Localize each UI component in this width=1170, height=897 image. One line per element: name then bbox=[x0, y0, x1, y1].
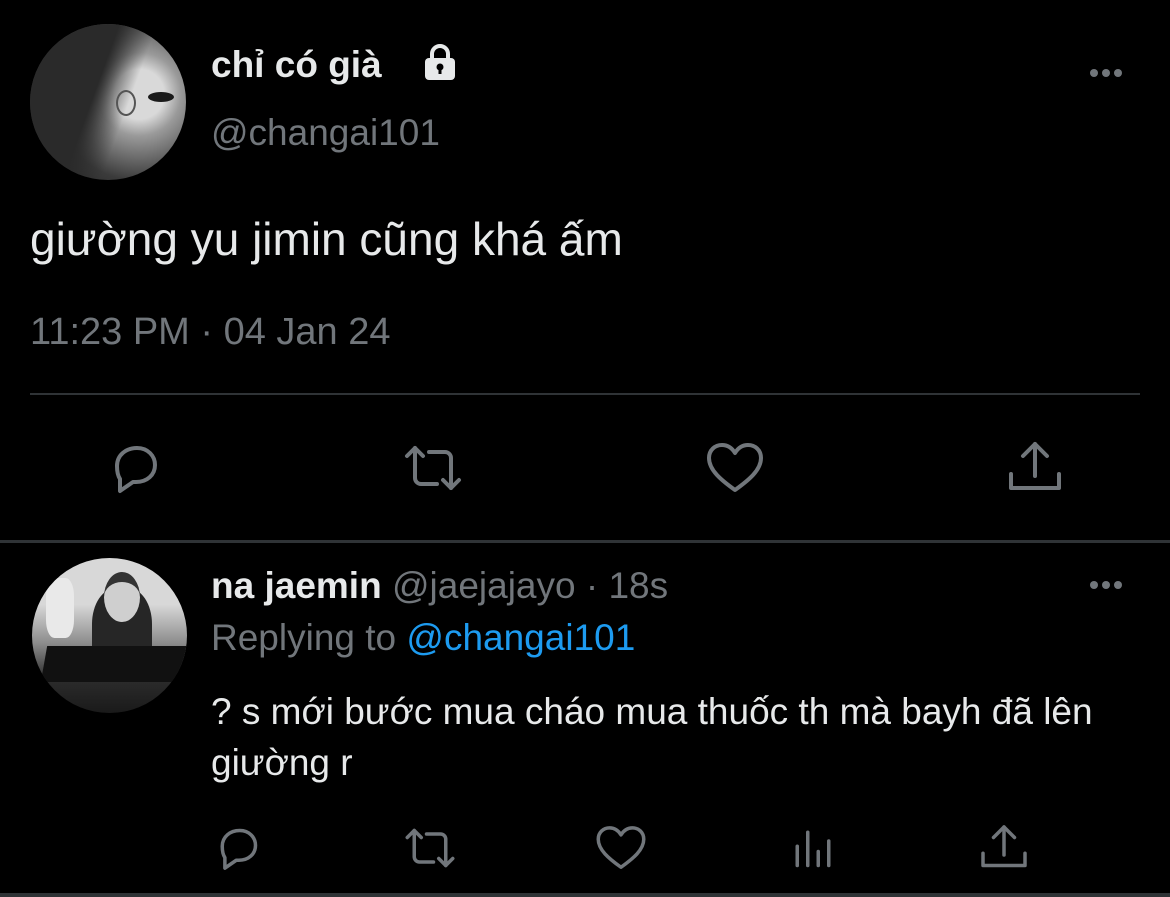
reply-icon[interactable] bbox=[210, 820, 266, 876]
replying-to: Replying to @changai101 bbox=[211, 617, 635, 659]
author-avatar[interactable] bbox=[30, 24, 186, 180]
reply-header: na jaemin @jaejajayo · 18s bbox=[211, 565, 668, 607]
reply-text: ? s mới bước mua cháo mua thuốc th mà ba… bbox=[211, 691, 1093, 783]
lock-icon bbox=[419, 41, 461, 83]
reply-icon[interactable] bbox=[103, 436, 167, 500]
replying-to-mention[interactable]: @changai101 bbox=[406, 617, 635, 658]
share-icon[interactable] bbox=[976, 820, 1032, 876]
author-handle[interactable]: @changai101 bbox=[211, 112, 440, 154]
share-icon[interactable] bbox=[1003, 436, 1067, 500]
more-icon[interactable] bbox=[1086, 575, 1126, 595]
more-icon[interactable] bbox=[1086, 63, 1126, 83]
bottom-divider bbox=[0, 893, 1170, 897]
section-divider bbox=[0, 540, 1170, 543]
author-name[interactable]: chỉ có già bbox=[211, 44, 382, 86]
like-icon[interactable] bbox=[703, 436, 767, 500]
tweet-timestamp[interactable]: 11:23 PM · 04 Jan 24 bbox=[30, 311, 391, 354]
replying-to-label: Replying to bbox=[211, 617, 397, 658]
like-icon[interactable] bbox=[593, 820, 649, 876]
analytics-icon[interactable] bbox=[785, 820, 841, 876]
retweet-icon[interactable] bbox=[401, 436, 465, 500]
retweet-icon[interactable] bbox=[402, 820, 458, 876]
reply-author-handle[interactable]: @jaejajayo bbox=[392, 565, 576, 606]
divider bbox=[30, 393, 1140, 395]
reply-time: · 18s bbox=[585, 565, 669, 606]
tweet-text: giường yu jimin cũng khá ấm bbox=[30, 213, 623, 265]
reply-author-avatar[interactable] bbox=[32, 558, 187, 713]
reply-author-name[interactable]: na jaemin bbox=[211, 565, 382, 606]
